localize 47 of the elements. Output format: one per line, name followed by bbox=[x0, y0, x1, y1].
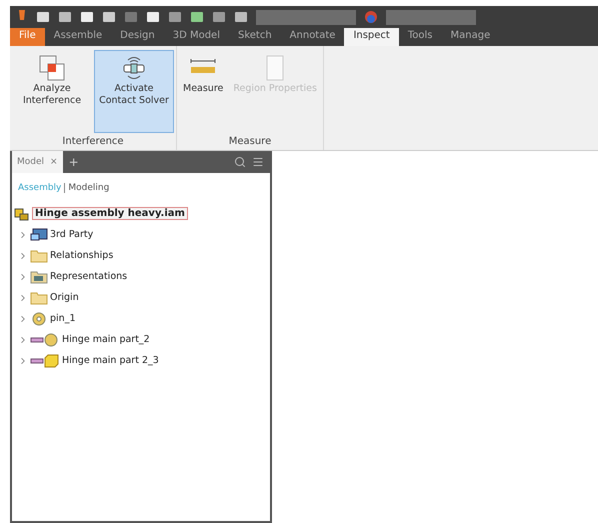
search-icon[interactable] bbox=[234, 156, 246, 168]
ribbon-tab[interactable]: Sketch bbox=[228, 28, 281, 46]
monitor-icon bbox=[30, 228, 48, 242]
tree-item[interactable]: Hinge main part_2 bbox=[12, 329, 270, 350]
ribbon-tab[interactable]: Manage bbox=[442, 28, 500, 46]
tree-item[interactable]: Hinge main part 2_3 bbox=[12, 350, 270, 371]
tab-label: Model bbox=[17, 157, 44, 167]
tree-label: Hinge main part_2 bbox=[62, 334, 150, 345]
ribbon-tab[interactable]: Design bbox=[111, 28, 164, 46]
menu-icon[interactable] bbox=[252, 156, 264, 168]
overlap-squares-icon bbox=[37, 53, 67, 83]
tree-item[interactable]: Relationships bbox=[12, 245, 270, 266]
representations-icon bbox=[30, 270, 48, 284]
tree-label: Relationships bbox=[50, 250, 114, 261]
tree-label: Hinge main part 2_3 bbox=[62, 355, 159, 366]
ribbon-tab[interactable]: 3D Model bbox=[164, 28, 229, 46]
joint-block-icon bbox=[30, 354, 60, 368]
ribbon-tab[interactable]: Tools bbox=[398, 28, 442, 46]
joint-part-icon bbox=[30, 332, 60, 346]
ribbon-command[interactable]: Activate Contact Solver bbox=[94, 50, 174, 133]
tree-item[interactable]: 3rd Party bbox=[12, 224, 270, 245]
appearance-dropdown[interactable] bbox=[386, 10, 476, 24]
tree-item[interactable]: Representations bbox=[12, 266, 270, 287]
assembly-icon bbox=[14, 206, 30, 220]
appearance-ball-icon[interactable] bbox=[364, 10, 378, 24]
mode-tab[interactable]: Modeling bbox=[68, 183, 110, 193]
part-icon bbox=[30, 312, 48, 326]
tree-item[interactable]: pin_1 bbox=[12, 308, 270, 329]
browser-tab[interactable]: Model × bbox=[12, 151, 63, 173]
folder-icon bbox=[30, 248, 48, 262]
tree-label: 3rd Party bbox=[50, 229, 94, 240]
tree-label: pin_1 bbox=[50, 313, 76, 324]
add-tab-button[interactable]: + bbox=[68, 155, 79, 169]
tree-item[interactable]: Origin bbox=[12, 287, 270, 308]
folder-icon bbox=[30, 290, 48, 304]
tree-label: Origin bbox=[50, 292, 79, 303]
ribbon-tab[interactable]: Assemble bbox=[44, 28, 112, 46]
ribbon-tab[interactable]: Annotate bbox=[280, 28, 344, 46]
ribbon-command[interactable]: Analyze Interference bbox=[12, 50, 92, 133]
panel-label: Interference bbox=[61, 135, 125, 149]
ribbon-tab[interactable]: Inspect bbox=[344, 28, 399, 46]
root-assembly-label[interactable]: Hinge assembly heavy.iam bbox=[32, 207, 188, 220]
close-tab-button[interactable]: × bbox=[50, 157, 58, 167]
material-dropdown[interactable] bbox=[256, 10, 356, 24]
panel-label: Measure bbox=[228, 135, 272, 149]
ribbon-command[interactable]: Measure bbox=[179, 50, 228, 133]
tree-label: Representations bbox=[50, 271, 128, 282]
